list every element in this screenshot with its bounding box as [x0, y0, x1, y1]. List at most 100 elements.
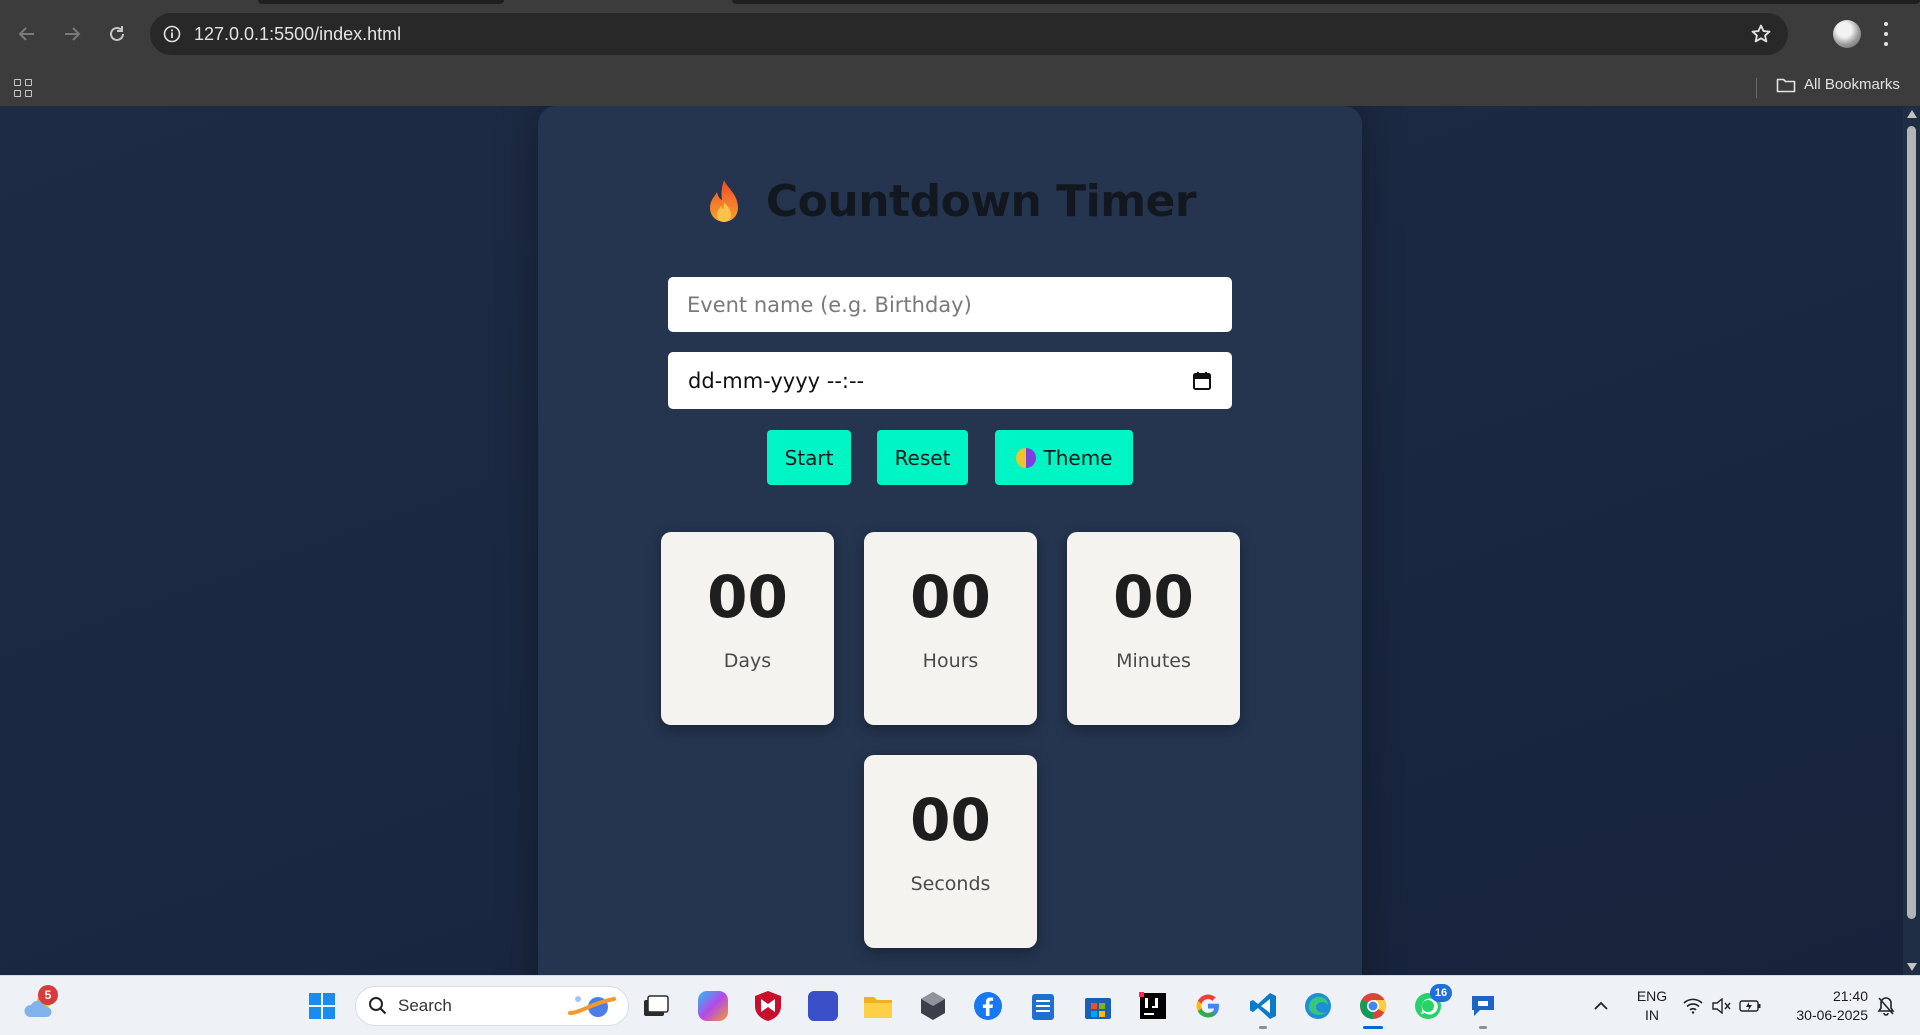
bookmarks-bar: All Bookmarks: [0, 68, 1920, 106]
active-indicator: [1363, 1026, 1383, 1029]
seconds-value: 00: [910, 786, 991, 854]
taskbar-remote-app[interactable]: [1463, 986, 1503, 1029]
windows-logo-icon: [309, 993, 335, 1019]
windows-taskbar: 5 Search 16 ENG IN 21:40 30-06-2025: [0, 975, 1920, 1035]
notification-center-button[interactable]: [1874, 986, 1898, 1026]
file-explorer-icon: [864, 997, 892, 1018]
page-scrollbar[interactable]: [1903, 106, 1920, 975]
theme-icon: [1015, 447, 1036, 468]
language-indicator[interactable]: ENG IN: [1632, 987, 1672, 1025]
hours-box: 00 Hours: [864, 532, 1037, 725]
region-label: IN: [1645, 1007, 1659, 1023]
chevron-up-icon: [1594, 1001, 1608, 1010]
days-value: 00: [707, 563, 788, 631]
taskbar-google[interactable]: [1188, 986, 1228, 1026]
arrow-right-icon: [65, 27, 81, 41]
taskbar-mcafee[interactable]: [748, 986, 788, 1026]
cube-icon: [921, 992, 945, 1020]
page-title: Countdown Timer: [765, 176, 1197, 227]
clock[interactable]: 21:40 30-06-2025: [1778, 987, 1868, 1025]
google-icon: [1196, 994, 1219, 1018]
taskbar-store[interactable]: [1078, 986, 1118, 1026]
seconds-box: 00 Seconds: [864, 755, 1037, 948]
taskbar-3d-app[interactable]: [913, 986, 953, 1026]
datetime-placeholder: dd-mm-yyyy --:--: [688, 368, 865, 393]
mcafee-shield-icon: [755, 991, 781, 1021]
taskbar-notepad[interactable]: [1023, 986, 1063, 1026]
folder-icon: [1776, 78, 1796, 92]
system-tray-icons[interactable]: [1677, 986, 1767, 1026]
datetime-input[interactable]: dd-mm-yyyy --:--: [668, 352, 1232, 409]
notification-bell-icon: [1877, 997, 1895, 1016]
task-view-button[interactable]: [636, 986, 676, 1026]
taskbar-copilot[interactable]: [693, 986, 733, 1026]
task-view-icon: [644, 995, 669, 1016]
browser-toolbar: 127.0.0.1:5500/index.html: [0, 0, 1920, 68]
all-bookmarks-label: All Bookmarks: [1804, 76, 1900, 93]
address-bar[interactable]: 127.0.0.1:5500/index.html: [150, 13, 1788, 55]
search-highlight-icon: [568, 996, 616, 1017]
countdown-card: Countdown Timer dd-mm-yyyy --:-- Start R…: [538, 106, 1362, 975]
scroll-down-arrow-icon[interactable]: [1907, 963, 1917, 971]
bookmark-star-icon[interactable]: [1750, 23, 1772, 45]
taskbar-whatsapp[interactable]: 16: [1408, 984, 1452, 1026]
url-text[interactable]: 127.0.0.1:5500/index.html: [194, 24, 401, 45]
calendar-icon[interactable]: [1192, 371, 1212, 391]
facebook-icon: [974, 992, 1002, 1020]
minutes-box: 00 Minutes: [1067, 532, 1240, 725]
theme-button-label: Theme: [1043, 445, 1113, 470]
reset-button[interactable]: Reset: [877, 430, 968, 485]
language-label: ENG: [1636, 988, 1668, 1004]
remote-desktop-icon: [1472, 996, 1494, 1016]
all-bookmarks-button[interactable]: All Bookmarks: [1776, 76, 1900, 93]
profile-avatar[interactable]: [1833, 20, 1861, 48]
clock-time: 21:40: [1832, 988, 1868, 1004]
event-name-input[interactable]: [668, 277, 1232, 332]
notification-badge: 16: [1430, 984, 1452, 1002]
arrow-left-icon: [18, 27, 34, 41]
apps-grid-icon[interactable]: [14, 79, 32, 97]
wifi-icon: [1683, 998, 1703, 1014]
taskbar-vscode[interactable]: [1243, 986, 1283, 1029]
start-button[interactable]: Start: [767, 430, 851, 485]
clock-date: 30-06-2025: [1796, 1007, 1868, 1023]
intellij-icon: [1139, 992, 1166, 1019]
minutes-value: 00: [1113, 563, 1194, 631]
tray-overflow-button[interactable]: [1581, 986, 1621, 1026]
taskbar-chrome[interactable]: [1353, 986, 1393, 1029]
forward-button[interactable]: [56, 18, 88, 50]
reload-icon: [110, 26, 124, 41]
taskbar-file-explorer[interactable]: [858, 986, 898, 1026]
scroll-thumb[interactable]: [1907, 126, 1916, 919]
taskbar-edge[interactable]: [1298, 986, 1338, 1026]
weather-badge: 5: [38, 985, 58, 1005]
running-indicator: [1479, 1026, 1487, 1029]
battery-icon: [1739, 1000, 1761, 1012]
theme-button[interactable]: Theme: [995, 430, 1133, 485]
page-viewport: Countdown Timer dd-mm-yyyy --:-- Start R…: [0, 106, 1903, 975]
minutes-label: Minutes: [1116, 650, 1191, 672]
taskbar-intellij[interactable]: [1133, 986, 1173, 1026]
taskbar-facebook[interactable]: [968, 986, 1008, 1026]
store-icon: [1085, 998, 1111, 1019]
copilot-icon: [698, 991, 728, 1021]
taskbar-search[interactable]: Search: [355, 986, 629, 1026]
title-row: Countdown Timer: [538, 176, 1362, 227]
volume-muted-icon: [1712, 998, 1731, 1014]
browser-menu-icon[interactable]: [1882, 22, 1890, 46]
taskbar-math-app[interactable]: [803, 986, 843, 1026]
start-button-windows[interactable]: [302, 986, 342, 1026]
search-icon: [369, 997, 387, 1015]
site-info-icon[interactable]: [162, 24, 182, 44]
search-label: Search: [398, 996, 452, 1015]
notepad-icon: [1032, 994, 1054, 1020]
days-label: Days: [723, 650, 772, 672]
tab-strip-edge: [732, 0, 1920, 4]
hours-label: Hours: [922, 650, 979, 672]
vscode-icon: [1250, 993, 1276, 1019]
flame-icon: [709, 179, 738, 222]
back-button[interactable]: [11, 18, 43, 50]
scroll-up-arrow-icon[interactable]: [1907, 110, 1917, 118]
reload-button[interactable]: [101, 18, 133, 50]
days-box: 00 Days: [661, 532, 834, 725]
